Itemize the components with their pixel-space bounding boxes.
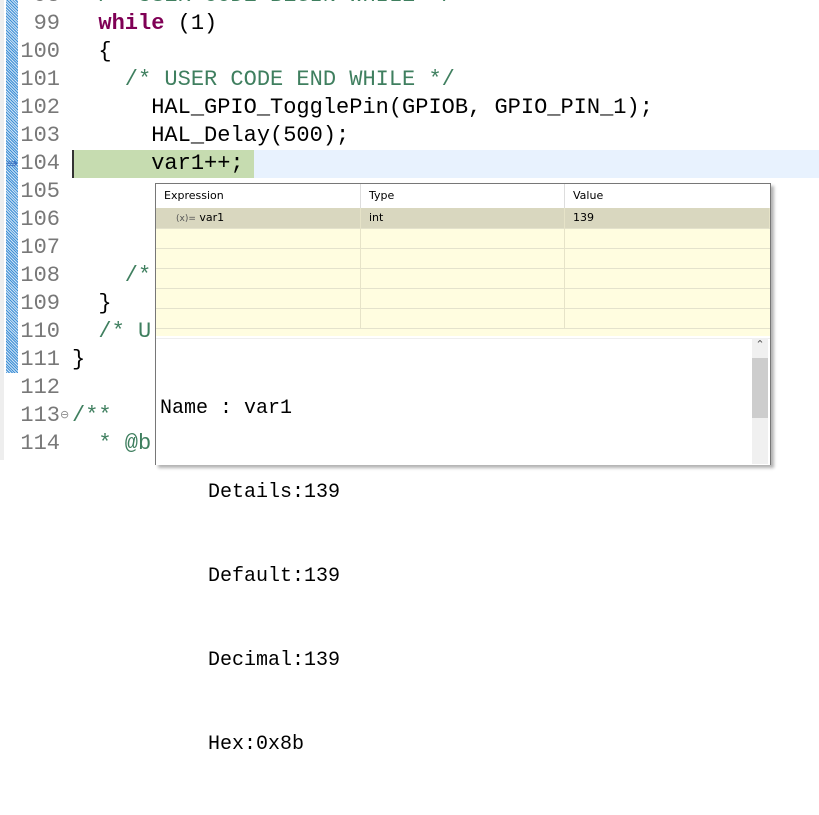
line-number: 98 <box>18 0 60 10</box>
instruction-pointer-icon: ⇛ <box>6 156 18 172</box>
scrollbar-thumb[interactable] <box>752 358 768 418</box>
variable-value[interactable]: 139 <box>565 208 770 228</box>
code-line[interactable]: 98 /* USER CODE BEGIN WHILE */ <box>0 0 819 10</box>
details-pane[interactable]: Name : var1 Details:139 Default:139 Deci… <box>156 338 770 756</box>
keyword: while <box>98 11 165 36</box>
line-number: 106 <box>20 207 60 232</box>
variable-icon: (x)= <box>176 214 196 224</box>
line-number: 114 <box>20 431 60 456</box>
detail-hex: Hex:0x8b <box>160 733 305 756</box>
line-number: 101 <box>20 67 60 92</box>
variable-type: int <box>361 208 565 228</box>
scroll-up-icon[interactable]: ⌃ <box>752 338 768 351</box>
code-line[interactable]: 101 /* USER CODE END WHILE */ <box>0 66 819 94</box>
code-text: HAL_GPIO_TogglePin(GPIOB, GPIO_PIN_1); <box>72 95 653 120</box>
line-number: 103 <box>20 123 60 148</box>
line-number: 99 <box>33 11 60 36</box>
code-text: var1++; <box>72 151 244 176</box>
table-header: Expression Type Value <box>156 184 770 208</box>
empty-row <box>156 228 770 249</box>
column-expression[interactable]: Expression <box>156 184 361 208</box>
code-line[interactable]: 100 { <box>0 38 819 66</box>
code-line[interactable]: 102 HAL_GPIO_TogglePin(GPIOB, GPIO_PIN_1… <box>0 94 819 122</box>
code-text: /* U <box>72 319 152 344</box>
variable-hover-popup: Expression Type Value (x)= var1 int 139 … <box>155 183 771 756</box>
line-number: 112 <box>20 375 60 400</box>
empty-row <box>156 308 770 329</box>
detail-name: Name : var1 <box>160 397 293 420</box>
column-type[interactable]: Type <box>361 184 565 208</box>
line-number: 104 <box>20 151 60 176</box>
detail-default: Default:139 <box>160 565 341 588</box>
line-number: 110 <box>20 319 60 344</box>
line-number: 107 <box>20 235 60 260</box>
code-line[interactable]: 99 while (1) <box>0 10 819 38</box>
fold-collapse-icon[interactable]: ⊖ <box>60 408 69 421</box>
line-number: 105 <box>20 179 60 204</box>
code-text: HAL_Delay(500); <box>72 123 350 148</box>
line-number: 109 <box>20 291 60 316</box>
line-number: 111 <box>20 347 60 372</box>
code-text: /* USER CODE BEGIN WHILE */ <box>72 0 454 10</box>
code-text: while (1) <box>72 10 217 38</box>
line-number: 108 <box>20 263 60 288</box>
code-text: } <box>72 347 86 372</box>
code-line[interactable]: 103 HAL_Delay(500); <box>0 122 819 150</box>
code-text: /** <box>72 403 112 428</box>
code-line[interactable]: 104 var1++; <box>0 150 819 178</box>
code-text: { <box>72 39 112 64</box>
expression-table: Expression Type Value (x)= var1 int 139 <box>156 184 770 336</box>
empty-row <box>156 248 770 269</box>
detail-details: Details:139 <box>160 481 341 504</box>
code-text: /* <box>72 263 152 288</box>
code-text: * @b <box>72 431 152 456</box>
code-rest: (1) <box>164 11 218 36</box>
line-number: 113 <box>20 403 60 428</box>
empty-row <box>156 288 770 309</box>
column-value[interactable]: Value <box>565 184 770 208</box>
empty-row <box>156 268 770 289</box>
expression-name: var1 <box>199 211 225 224</box>
line-number: 100 <box>20 39 60 64</box>
details-scrollbar[interactable]: ⌃ <box>752 338 768 464</box>
code-text: /* USER CODE END WHILE */ <box>72 67 455 92</box>
table-row[interactable]: (x)= var1 int 139 <box>156 208 770 229</box>
line-number: 102 <box>20 95 60 120</box>
code-text: } <box>72 291 112 316</box>
detail-decimal: Decimal:139 <box>160 649 341 672</box>
